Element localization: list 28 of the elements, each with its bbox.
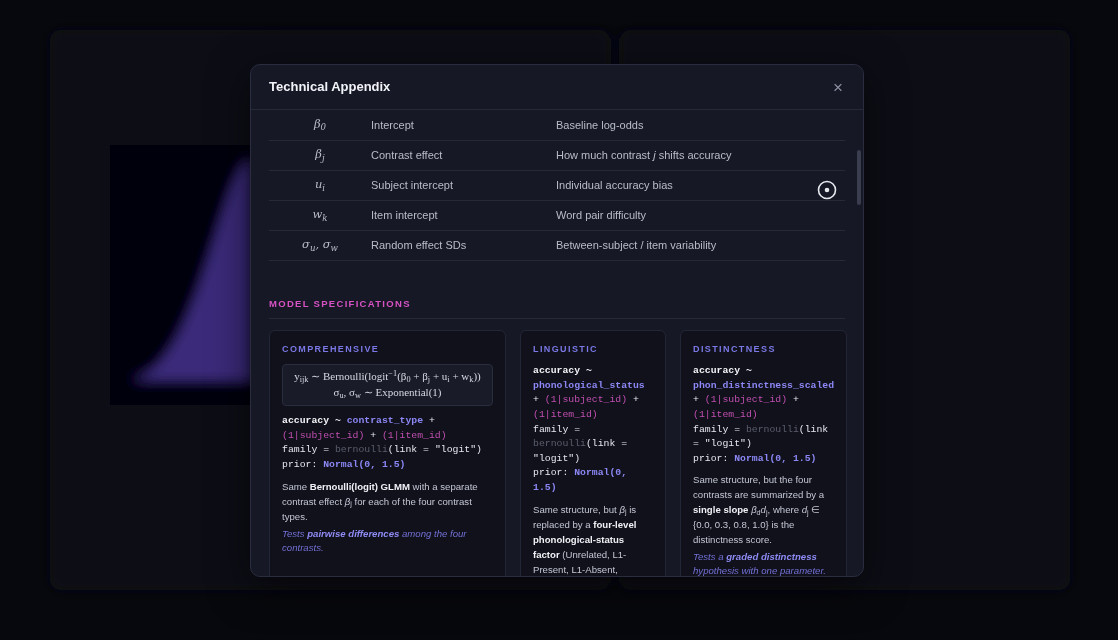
model-note: Tests pairwise differences among the four contrasts. <box>282 526 468 555</box>
parameter-description: Baseline log-odds <box>556 110 845 140</box>
target-icon <box>817 180 837 200</box>
model-title: DISTINCTNESS <box>693 342 777 356</box>
equation: σ$_{u}$, σ$_{w}$ ∼ Exponential(1) <box>332 385 443 402</box>
parameter-name: Item intercept <box>371 200 556 230</box>
model-title: LINGUISTIC <box>533 342 599 356</box>
dialog-title: Technical Appendix <box>269 78 391 97</box>
parameter-description: Between-subject / item variability <box>556 230 845 260</box>
parameter-description: How much contrast j shifts accuracy <box>556 140 845 170</box>
parameter-name: Contrast effect <box>371 140 556 170</box>
parameter-name: Subject intercept <box>371 170 556 200</box>
model-formula-code: accuracy ~ phon_distinctness_scaled + (1|subject_id) + (1|item_id) family = bernoulli(link = "logit") prior: Normal(0, 1.5) <box>693 364 834 466</box>
equation: y$_{ijk}$ ∼ Bernoulli(logit$^{−1}$(β$_{0}$ + β$_{j}$ + u$_{i}$ + w$_{k}$)) <box>293 369 482 386</box>
parameter-name: Random effect SDs <box>371 230 556 260</box>
model-note: Tests a graded distinctness hypothesis with one parameter. <box>693 550 827 576</box>
parameter-description: Individual accuracy bias <box>556 170 845 200</box>
model-description: Same structure, but the four contrasts are summarized by a single slope β$_{d}$d$_{j}$, where d$_{j}$ ∈ {0.0, 0.3, 0.8, 1.0} is the distinctness score. <box>693 473 826 548</box>
model-description: Same structure, but β$_{j}$ is replaced by a four-level phonological-status factor (Unrelated, L1-Present, L1-Absent, <box>533 502 638 576</box>
scrollbar-thumb[interactable] <box>857 150 861 205</box>
parameter-name: Intercept <box>371 110 556 140</box>
model-description: Same Bernoulli(logit) GLMM with a separate contrast effect β$_{j}$ for each of the four contrast types. <box>282 479 479 524</box>
parameter-description: Word pair difficulty <box>556 200 845 230</box>
section-heading: MODEL SPECIFICATIONS <box>269 296 845 319</box>
model-formula-code: accuracy ~ phonological_status + (1|subject_id) + (1|item_id) family = bernoulli(link = "logit") prior: Normal(0, 1.5) <box>533 364 646 495</box>
close-button[interactable]: × <box>831 78 845 96</box>
model-formula-code: accuracy ~ contrast_type + (1|subject_id) + (1|item_id) family = bernoulli(link = "logit") prior: Normal(0, 1.5) <box>282 414 483 472</box>
model-title: COMPREHENSIVE <box>282 342 381 356</box>
